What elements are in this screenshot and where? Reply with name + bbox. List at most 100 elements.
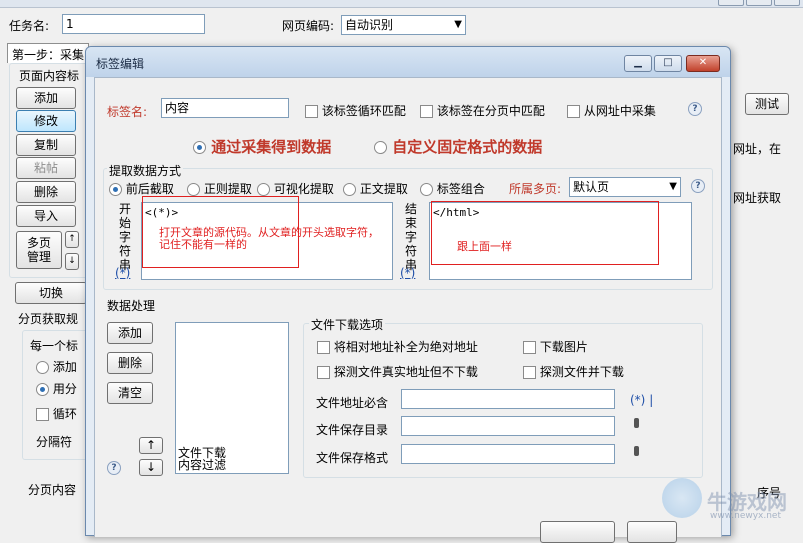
multipage-label: 所属多页:: [509, 182, 562, 196]
dialog-maximize-button[interactable]: □: [654, 55, 682, 72]
dialog-close-button[interactable]: ✕: [686, 55, 720, 72]
tag-edit-dialog: 标签编辑 ▁ □ ✕ 标签名: 内容 该标签循环匹配 该标签在分页中匹配 从网址…: [85, 46, 731, 543]
tab-step-one[interactable]: 第一步：采集: [7, 43, 89, 63]
chk-paged-label: 该标签在分页中匹配: [436, 104, 545, 118]
fd-chk-detect[interactable]: 探测文件真实地址但不下载: [317, 363, 478, 380]
fd-chk-detect-download[interactable]: 探测文件并下载: [523, 363, 624, 380]
extract-method-label: 提取数据方式: [107, 162, 184, 179]
dp-move-up-button[interactable]: ↑: [139, 437, 163, 454]
fd-chk-images[interactable]: 下载图片: [523, 338, 588, 355]
chk-from-url[interactable]: 从网址中采集: [567, 102, 656, 119]
end-star-link[interactable]: (*): [400, 266, 415, 280]
extract-option-2[interactable]: 可视化提取: [257, 180, 334, 197]
bg-import-button[interactable]: 导入: [16, 205, 76, 227]
dp-clear-button[interactable]: 清空: [107, 382, 153, 404]
chevron-down-icon: ▼: [669, 181, 677, 192]
watermark-logo: [662, 478, 702, 518]
list-item[interactable]: 内容过滤: [178, 459, 226, 471]
radio-checked-icon: [193, 141, 206, 154]
bg-add-button[interactable]: 添加: [16, 87, 76, 109]
page-content-label: 页面内容标: [19, 69, 80, 83]
fd-format-input[interactable]: [401, 444, 615, 464]
radio-custom-data[interactable]: 自定义固定格式的数据: [374, 136, 542, 157]
chk-from-url-label: 从网址中采集: [583, 104, 656, 118]
extract-option-label: 正则提取: [203, 182, 252, 196]
chk-loop-label: 该标签循环匹配: [321, 104, 406, 118]
fd-directory-input[interactable]: [401, 416, 615, 436]
end-string-text: 结束字符串: [404, 202, 417, 272]
bg-paste-button[interactable]: 粘帖: [16, 157, 76, 179]
radio-icon: [36, 361, 49, 374]
multipage-select[interactable]: 默认页 ▼: [569, 177, 681, 197]
bg-maximize-button[interactable]: [746, 0, 772, 6]
end-string-label: 结束字符串: [404, 202, 418, 272]
dialog-body: 标签名: 内容 该标签循环匹配 该标签在分页中匹配 从网址中采集 ? 通过采集得…: [94, 77, 722, 543]
bg-copy-button[interactable]: 复制: [16, 134, 76, 156]
move-down-button[interactable]: ↓: [65, 253, 79, 270]
switch-button[interactable]: 切换: [15, 282, 87, 304]
help-icon[interactable]: ?: [691, 179, 705, 193]
arrow-up-icon: ↑: [68, 234, 76, 244]
tag-name-input[interactable]: 内容: [161, 98, 289, 118]
option-loop-label: 循环: [52, 407, 77, 421]
dialog-cancel-button[interactable]: [627, 521, 677, 543]
chk-loop-match[interactable]: 该标签循环匹配: [305, 102, 406, 119]
dp-list[interactable]: 文件下载 内容过滤: [175, 322, 289, 474]
help-icon[interactable]: ?: [688, 102, 702, 116]
arrow-down-icon: ↓: [145, 460, 157, 474]
background-title-bar: [0, 0, 803, 8]
task-name-input[interactable]: 1: [62, 14, 205, 34]
dialog-title-bar[interactable]: 标签编辑 ▁ □ ✕: [86, 47, 730, 77]
extract-option-3[interactable]: 正文提取: [343, 180, 408, 197]
pin-icon[interactable]: [634, 418, 639, 428]
bg-delete-button[interactable]: 删除: [16, 181, 76, 203]
radio-icon: [420, 183, 433, 196]
bg-minimize-button[interactable]: [718, 0, 744, 6]
dp-delete-button[interactable]: 删除: [107, 352, 153, 374]
extract-option-0[interactable]: 前后截取: [109, 180, 174, 197]
checkbox-icon: [420, 105, 433, 118]
fd-star-text: (*): [630, 393, 646, 407]
radio-checked-icon: [109, 183, 122, 196]
end-note-text: 跟上面一样: [457, 240, 512, 253]
help-icon[interactable]: ?: [107, 461, 121, 475]
fd-star-link[interactable]: (*) |: [630, 393, 653, 407]
extract-option-label: 前后截取: [125, 182, 174, 196]
dp-move-down-button[interactable]: ↓: [139, 459, 163, 476]
pin-icon[interactable]: [634, 446, 639, 456]
dialog-title: 标签编辑: [96, 57, 145, 71]
radio-icon: [187, 183, 200, 196]
pagination-rules-label: 分页获取规: [18, 312, 79, 326]
chk-paged-match[interactable]: 该标签在分页中匹配: [420, 102, 545, 119]
radio-collect-data[interactable]: 通过采集得到数据: [193, 136, 331, 157]
option-loop-checkbox[interactable]: 循环: [36, 405, 77, 422]
fd-chk-absolute[interactable]: 将相对地址补全为绝对地址: [317, 338, 478, 355]
extract-option-label: 可视化提取: [273, 182, 334, 196]
dp-add-button[interactable]: 添加: [107, 322, 153, 344]
bg-edit-button[interactable]: 修改: [16, 110, 76, 132]
encoding-select[interactable]: 自动识别 ▼: [341, 15, 466, 35]
multipage-manage-button[interactable]: 多页 管理: [16, 231, 62, 269]
option-use-radio[interactable]: 用分: [36, 380, 77, 397]
arrow-down-icon: ↓: [68, 256, 76, 266]
checkbox-icon: [305, 105, 318, 118]
task-name-label: 任务名:: [9, 19, 50, 33]
separator-label: 分隔符: [36, 435, 73, 449]
extract-option-1[interactable]: 正则提取: [187, 180, 252, 197]
test-button[interactable]: 测试: [745, 93, 789, 115]
fd-address-input[interactable]: [401, 389, 615, 409]
radio-custom-label: 自定义固定格式的数据: [392, 138, 543, 156]
encoding-label: 网页编码:: [282, 19, 335, 33]
radio-icon: [343, 183, 356, 196]
move-up-button[interactable]: ↑: [65, 231, 79, 248]
start-star-link[interactable]: (*): [115, 266, 130, 280]
extract-option-label: 标签组合: [436, 182, 485, 196]
fd-chk-detect-download-label: 探测文件并下载: [539, 365, 624, 379]
extract-option-4[interactable]: 标签组合: [420, 180, 485, 197]
option-add-radio[interactable]: 添加: [36, 358, 77, 375]
right-text-url: 网址，在: [733, 142, 782, 156]
dialog-minimize-button[interactable]: ▁: [624, 55, 652, 72]
checkbox-icon: [317, 341, 330, 354]
bg-close-button[interactable]: [774, 0, 800, 6]
dialog-ok-button[interactable]: [540, 521, 615, 543]
